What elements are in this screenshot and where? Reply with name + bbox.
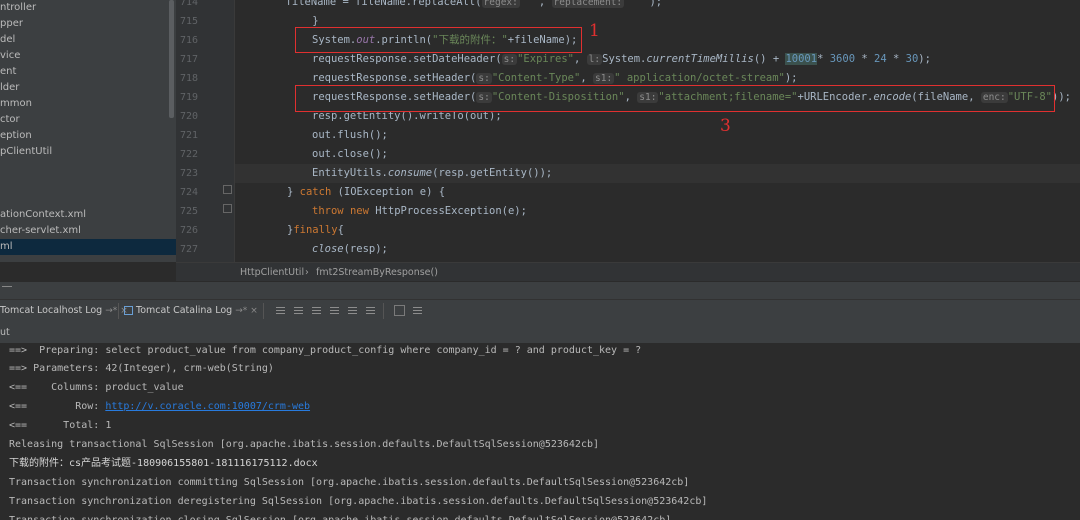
tree-item-mapper[interactable]: pper	[0, 16, 23, 32]
fold-marker-icon[interactable]	[223, 204, 232, 213]
code-line-724: } catch (IOException e) {	[287, 186, 446, 198]
fold-marker-icon[interactable]	[223, 185, 232, 194]
tree-item-factor[interactable]: ctor	[0, 112, 20, 128]
line-number: 725	[179, 206, 198, 217]
console-line: ==> Preparing: select product_value from…	[9, 345, 642, 356]
tool-window-toggle-icon[interactable]	[2, 286, 12, 295]
row-link[interactable]: http://v.coracle.com:10007/crm-web	[105, 401, 310, 412]
code-line-727: close(resp);	[312, 243, 388, 255]
breadcrumb-method[interactable]: fmt2StreamByResponse()	[316, 267, 438, 278]
tab-label: Tomcat Localhost Log	[0, 305, 103, 316]
tab-divider	[118, 303, 119, 319]
code-line-725: throw new HttpProcessException(e);	[312, 205, 527, 217]
annotation-number-1: 1	[589, 21, 600, 41]
code-line-714: fileName = fileName.replaceAll(regex: ""…	[235, 0, 662, 12]
tab-tomcat-localhost-log[interactable]: Tomcat Localhost Log →* ×	[0, 300, 128, 322]
console-output[interactable]: ==> Preparing: select product_value from…	[0, 343, 1080, 520]
code-line-726: }finally{	[287, 224, 344, 236]
tree-item-web-xml[interactable]: ml	[0, 239, 176, 255]
scroll-to-top-icon[interactable]	[275, 305, 286, 316]
output-tab-label[interactable]: ut	[0, 327, 10, 338]
line-number: 726	[179, 225, 198, 236]
pin-icon[interactable]: →*	[235, 306, 247, 316]
project-tree-panel: ntroller pper del vice ent lder mmon cto…	[0, 0, 176, 262]
breadcrumb-separator: ›	[305, 267, 309, 278]
annotation-box-3	[295, 85, 1055, 112]
tree-item-common[interactable]: mmon	[0, 96, 32, 112]
code-line-722: out.close();	[312, 148, 388, 160]
breadcrumb: HttpClientUtil › fmt2StreamByResponse()	[176, 262, 1080, 282]
layout-icon[interactable]	[394, 305, 405, 316]
console-line: Transaction synchronization committing S…	[9, 477, 690, 488]
line-number: 723	[179, 168, 198, 179]
tree-item-applicationcontext-xml[interactable]: ationContext.xml	[0, 207, 86, 223]
annotation-box-1	[295, 27, 582, 53]
line-number: 727	[179, 244, 198, 255]
line-number: 721	[179, 130, 198, 141]
line-number-gutter: 714 715 716 717 718 719 720 721 722 723 …	[176, 0, 235, 262]
soft-wrap-icon[interactable]	[329, 305, 340, 316]
tree-item-service[interactable]: vice	[0, 48, 20, 64]
scroll-to-end-icon[interactable]	[293, 305, 304, 316]
tab-divider	[383, 303, 384, 319]
line-number: 716	[179, 35, 198, 46]
tree-item-controller[interactable]: ntroller	[0, 0, 36, 16]
log-icon	[124, 306, 133, 315]
console-line: Transaction synchronization deregisterin…	[9, 496, 708, 507]
line-number: 717	[179, 54, 198, 65]
console-line: <== Row: http://v.coracle.com:10007/crm-…	[9, 397, 310, 416]
line-number: 715	[179, 16, 198, 27]
breadcrumb-class[interactable]: HttpClientUtil	[240, 267, 304, 278]
code-line-721: out.flush();	[312, 129, 388, 141]
tab-tomcat-catalina-log[interactable]: Tomcat Catalina Log →* ×	[124, 300, 258, 322]
code-line-723: EntityUtils.consume(resp.getEntity());	[312, 167, 553, 179]
pin-icon[interactable]: →*	[105, 306, 117, 316]
line-number: 724	[179, 187, 198, 198]
console-line: <== Columns: product_value	[9, 382, 184, 393]
tree-item-client[interactable]: ent	[0, 64, 16, 80]
console-line: Transaction synchronization closing SqlS…	[9, 511, 671, 520]
tree-item-dispatcher-servlet-xml[interactable]: cher-servlet.xml	[0, 223, 81, 239]
console-line: ==> Parameters: 42(Integer), crm-web(Str…	[9, 363, 274, 374]
clear-all-icon[interactable]	[412, 305, 423, 316]
log-tab-bar: Tomcat Localhost Log →* × Tomcat Catalin…	[0, 299, 1080, 323]
tab-label: Tomcat Catalina Log	[136, 305, 233, 316]
tree-item-model[interactable]: del	[0, 32, 15, 48]
console-line: <== Total: 1	[9, 420, 112, 431]
print-icon[interactable]	[347, 305, 358, 316]
console-line-download: 下载的附件：cs产品考试题-180906155801-181116175112.…	[9, 458, 318, 469]
line-number: 719	[179, 92, 198, 103]
console-subheader: ut	[0, 322, 1080, 344]
down-arrow-icon[interactable]	[311, 305, 322, 316]
annotation-number-3: 3	[720, 116, 731, 136]
tree-item-exception[interactable]: eption	[0, 128, 32, 144]
console-line: Releasing transactional SqlSession [org.…	[9, 439, 600, 450]
line-number: 714	[179, 0, 198, 8]
line-number: 718	[179, 73, 198, 84]
tab-divider	[263, 303, 264, 319]
line-number: 722	[179, 149, 198, 160]
project-tree-scrollbar[interactable]	[169, 0, 174, 118]
tool-window-header	[0, 281, 1080, 300]
tree-item-builder[interactable]: lder	[0, 80, 19, 96]
filter-icon[interactable]	[365, 305, 376, 316]
tree-item-httpclientutil[interactable]: pClientUtil	[0, 144, 52, 160]
row-prefix: <== Row:	[9, 401, 106, 412]
line-number: 720	[179, 111, 198, 122]
close-icon[interactable]: ×	[250, 306, 258, 316]
